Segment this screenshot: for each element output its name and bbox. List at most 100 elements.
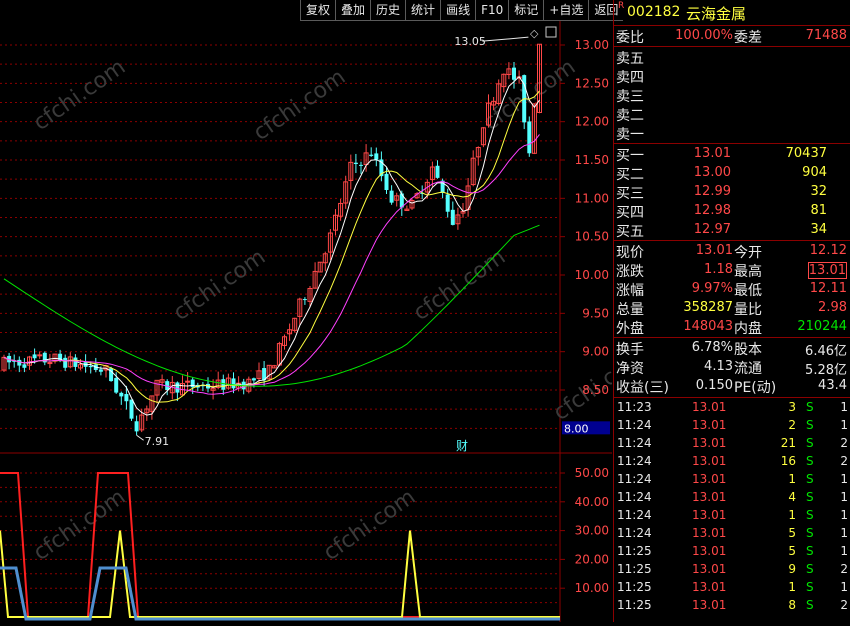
toolbar-button-1[interactable]: 叠加 [335, 0, 371, 21]
tick-count: 1 [840, 526, 848, 540]
bid-volume: 34 [810, 222, 827, 237]
quote-label: 总量 [616, 302, 644, 318]
ma20-line [3, 134, 540, 395]
kline-chart-svg[interactable]: cfchi.com cfchi.com cfchi.comcfchi.com cfch… [0, 21, 650, 622]
tick-side: S [806, 508, 814, 522]
indicator-axis: 50.00 40.00 30.00 20.00 10.00 [560, 466, 609, 595]
toolbar-button-6[interactable]: 标记 [508, 0, 544, 21]
order-diff-label: 委差 [734, 30, 762, 46]
candle-body [450, 209, 455, 225]
stock-name: 云海金属 [686, 5, 747, 23]
bid-volume: 904 [802, 165, 827, 180]
candle-body [32, 354, 37, 359]
watermark-text: cfchi.com [319, 485, 420, 566]
tick-time: 11:23 [617, 400, 652, 414]
tick-volume: 16 [780, 454, 796, 468]
tick-time: 11:24 [617, 508, 652, 522]
ask-level-label: 卖三 [616, 89, 644, 105]
tick-time: 11:25 [617, 562, 652, 576]
tick-volume: 1 [788, 508, 796, 522]
chart-toolbar: 复权 叠加 历史 统计 画线 F10 标记 +自选 返回 [300, 0, 624, 21]
toolbar-button-2[interactable]: 历史 [370, 0, 406, 21]
tick-volume: 5 [788, 526, 796, 540]
tick-row: 11:24 13.01 1 S 1 [614, 507, 850, 525]
quote-label: 现价 [616, 245, 644, 261]
stock-badge: R [618, 1, 625, 11]
indicator-tick-label: 50.00 [575, 466, 609, 480]
candle-body [119, 392, 124, 397]
price-axis: 13.00 12.50 12.00 11.50 11.00 10.50 10.00 9.50 9… [560, 38, 609, 397]
indicator-tick-label: 40.00 [575, 495, 609, 509]
toolbar-button-7[interactable]: +自选 [543, 0, 589, 21]
candle-body [175, 382, 180, 393]
toolbar-button-0[interactable]: 复权 [300, 0, 336, 21]
tick-price: 13.01 [692, 508, 727, 522]
stat-value: 43.4 [818, 378, 847, 393]
tick-volume: 3 [788, 400, 796, 414]
candle-body [114, 378, 119, 393]
candle-body [369, 154, 374, 156]
tick-time: 11:25 [617, 544, 652, 558]
kline-chart[interactable]: cfchi.com cfchi.com cfchi.com cfchi.com cfch… [0, 21, 650, 622]
tick-time: 11:24 [617, 472, 652, 486]
tick-row: 11:23 13.01 3 S 1 [614, 399, 850, 417]
low-pointer [136, 434, 144, 441]
candle-body [129, 399, 134, 419]
quote-label: 最低 [734, 283, 762, 299]
panel-divider [614, 46, 850, 47]
diamond-icon[interactable]: ◇ [530, 27, 539, 40]
toolbar-button-5[interactable]: F10 [475, 0, 509, 21]
toolbar-button-3[interactable]: 统计 [405, 0, 441, 21]
financial-report-marker[interactable]: 财 [456, 439, 468, 453]
tick-time: 11:24 [617, 418, 652, 432]
bid-volume: 81 [810, 203, 827, 218]
tick-price: 13.01 [692, 400, 727, 414]
tick-volume: 1 [788, 580, 796, 594]
crosshair-price: 8.00 [564, 422, 589, 435]
layout-icon[interactable] [545, 26, 557, 38]
stock-code: 002182 [627, 4, 681, 20]
quote-label: 最高 [734, 264, 762, 280]
indicator-grid [0, 472, 560, 604]
candle-body [445, 194, 450, 212]
bid-price: 12.97 [693, 222, 731, 237]
candle-body [63, 357, 68, 368]
tick-volume: 1 [788, 472, 796, 486]
order-diff-value: 71488 [805, 28, 847, 43]
bid-volume: 70437 [785, 146, 827, 161]
tick-side: S [806, 598, 814, 612]
quote-label: 外盘 [616, 321, 644, 337]
tick-row: 11:24 13.01 2 S 1 [614, 417, 850, 435]
bid-level-label: 买二 [616, 167, 644, 183]
tick-side: S [806, 490, 814, 504]
toolbar-button-4[interactable]: 画线 [440, 0, 476, 21]
price-tick-label: 12.50 [575, 76, 609, 90]
price-tick-label: 9.00 [582, 345, 609, 359]
tick-side: S [806, 544, 814, 558]
tick-price: 13.01 [692, 418, 727, 432]
tick-volume: 5 [788, 544, 796, 558]
stat-value: 5.28亿 [805, 363, 847, 378]
candle-body [527, 121, 532, 154]
candle-body [88, 365, 93, 368]
quote-value: 2.98 [818, 300, 847, 315]
tick-volume: 8 [788, 598, 796, 612]
candle-body [435, 165, 440, 178]
stat-value: 6.46亿 [805, 344, 847, 359]
tick-side: S [806, 436, 814, 450]
tick-row: 11:25 13.01 5 S 1 [614, 543, 850, 561]
bid-level-label: 买三 [616, 186, 644, 202]
candle-body [98, 369, 103, 372]
tick-price: 13.01 [692, 526, 727, 540]
candle-body [37, 354, 43, 357]
order-ratio-value: 100.00% [675, 28, 733, 43]
tick-row: 11:25 13.01 9 S 2 [614, 561, 850, 579]
candle-body [134, 421, 139, 432]
bid-level-label: 买五 [616, 224, 644, 240]
quote-value: 1.18 [704, 262, 733, 277]
tick-side: S [806, 454, 814, 468]
tick-price: 13.01 [692, 436, 727, 450]
panel-divider [614, 143, 850, 144]
tick-count: 1 [840, 508, 848, 522]
bid-price: 13.00 [693, 165, 731, 180]
